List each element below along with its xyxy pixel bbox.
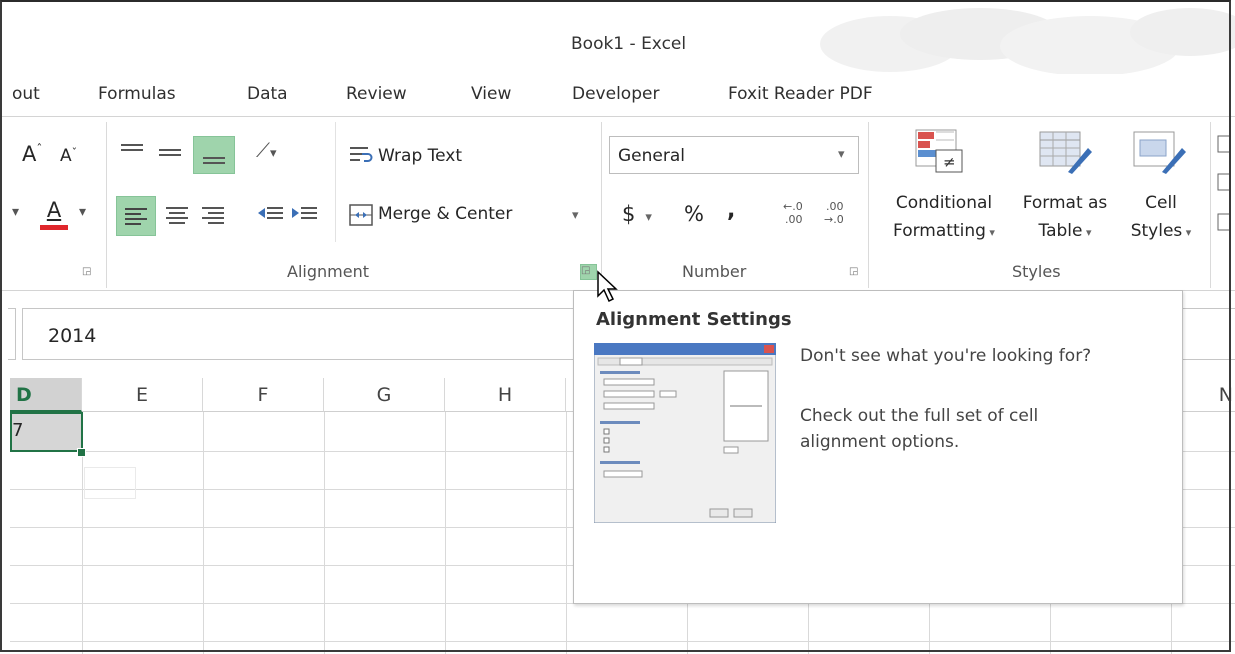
tooltip-text-2: Check out the full set of cell alignment… xyxy=(800,406,1039,452)
shrink-font-button[interactable]: Aˇ xyxy=(60,146,77,166)
middle-align-icon[interactable] xyxy=(156,140,186,164)
accounting-format-button[interactable]: $ ▾ xyxy=(622,202,652,226)
grow-font-button[interactable]: Aˆ xyxy=(22,142,42,166)
grid-col-line xyxy=(203,412,204,654)
ribbon-separator xyxy=(601,122,602,288)
column-header-h[interactable]: H xyxy=(445,378,566,412)
font-color-swatch xyxy=(40,225,68,230)
formula-bar-value: 2014 xyxy=(48,325,97,347)
font-dialog-launcher-icon[interactable]: ◲ xyxy=(82,266,95,278)
tab-view[interactable]: View xyxy=(471,84,511,104)
formula-bar-right-edge xyxy=(1180,308,1235,360)
orientation-icon[interactable]: ⟋▾ xyxy=(256,138,277,162)
conditional-formatting-button[interactable]: ≠ Conditional Formatting ▾ xyxy=(878,126,1010,256)
name-box[interactable] xyxy=(8,308,16,360)
font-color-dropdown-icon[interactable]: ▾ xyxy=(79,204,86,220)
percent-style-button[interactable]: % xyxy=(684,202,704,226)
merge-center-icon xyxy=(349,204,373,226)
grid-col-line xyxy=(324,412,325,654)
svg-text:≠: ≠ xyxy=(943,153,956,171)
wrap-text-icon xyxy=(350,147,373,162)
tab-page-layout[interactable]: out xyxy=(12,84,40,104)
border-dropdown-arrow-icon[interactable]: ▾ xyxy=(12,204,19,220)
quick-analysis-ghost xyxy=(84,467,136,499)
tab-review[interactable]: Review xyxy=(346,84,407,104)
cell-styles-button[interactable]: Cell Styles ▾ xyxy=(1118,126,1204,256)
format-as-table-icon xyxy=(1039,131,1092,174)
window-title: Book1 - Excel xyxy=(571,34,687,54)
align-left-icon xyxy=(125,208,147,225)
column-header-e[interactable]: E xyxy=(82,378,203,412)
conditional-formatting-icon: ≠ xyxy=(915,129,963,173)
comma-style-button[interactable]: , xyxy=(727,198,735,223)
column-header-g[interactable]: G xyxy=(324,378,445,412)
chevron-down-icon: ▾ xyxy=(838,147,845,162)
svg-text:.00: .00 xyxy=(826,200,844,213)
fill-handle[interactable] xyxy=(77,448,86,457)
number-format-dropdown[interactable]: General ▾ xyxy=(609,136,859,174)
active-cell[interactable]: 7 xyxy=(10,412,83,452)
align-center-icon[interactable] xyxy=(160,196,194,234)
tooltip-text-1: Don't see what you're looking for? xyxy=(800,346,1092,366)
grid-row-line xyxy=(10,641,1235,642)
tab-foxit-reader-pdf[interactable]: Foxit Reader PDF xyxy=(728,84,873,104)
align-right-icon[interactable] xyxy=(196,196,230,234)
grid-col-line xyxy=(566,412,567,654)
alignment-inner-separator xyxy=(335,122,336,242)
alignment-dialog-launcher-icon[interactable]: ◲ xyxy=(580,264,597,280)
decrease-decimal-icon[interactable]: .00→.0 xyxy=(818,196,850,230)
title-bar-decoration xyxy=(820,8,1235,74)
font-color-button[interactable]: A xyxy=(40,198,68,232)
formula-bar-input[interactable] xyxy=(22,308,582,360)
svg-text:→.0: →.0 xyxy=(824,213,844,226)
tabs-divider xyxy=(0,116,1235,117)
styles-group-label: Styles xyxy=(1012,262,1061,281)
column-header-d[interactable]: D xyxy=(10,378,82,412)
tab-formulas[interactable]: Formulas xyxy=(98,84,176,104)
number-dialog-launcher-icon[interactable]: ◲ xyxy=(849,266,862,278)
grid-col-line xyxy=(445,412,446,654)
svg-text:←.0: ←.0 xyxy=(783,200,803,213)
tooltip-title: Alignment Settings xyxy=(596,309,792,330)
align-left-button[interactable] xyxy=(116,196,156,236)
column-header-f[interactable]: F xyxy=(203,378,324,412)
ribbon-separator xyxy=(106,122,107,288)
decrease-indent-icon[interactable] xyxy=(256,200,286,230)
format-cells-dialog-thumbnail xyxy=(594,343,776,523)
merge-center-dropdown-icon[interactable]: ▾ xyxy=(572,208,579,223)
cells-group-insert-icon[interactable] xyxy=(1216,134,1232,244)
increase-decimal-icon[interactable]: ←.0.00 xyxy=(777,196,809,230)
alignment-group-label: Alignment xyxy=(287,262,369,281)
tab-developer[interactable]: Developer xyxy=(572,84,659,104)
cell-styles-icon xyxy=(1133,131,1186,174)
tab-data[interactable]: Data xyxy=(247,84,288,104)
top-align-icon[interactable] xyxy=(118,140,148,164)
svg-text:.00: .00 xyxy=(785,213,803,226)
bottom-align-button[interactable] xyxy=(193,136,235,174)
ribbon-separator xyxy=(1210,122,1211,288)
ribbon-separator xyxy=(868,122,869,288)
number-group-label: Number xyxy=(682,262,747,281)
bottom-align-icon xyxy=(203,157,225,164)
format-as-table-button[interactable]: Format as Table ▾ xyxy=(1012,126,1118,256)
mouse-pointer-icon xyxy=(597,270,618,303)
increase-indent-icon[interactable] xyxy=(290,200,320,230)
alignment-settings-tooltip: Alignment Settings Don't see what you're… xyxy=(573,290,1183,604)
merge-center-button[interactable]: Merge & Center ▾ xyxy=(348,198,588,232)
